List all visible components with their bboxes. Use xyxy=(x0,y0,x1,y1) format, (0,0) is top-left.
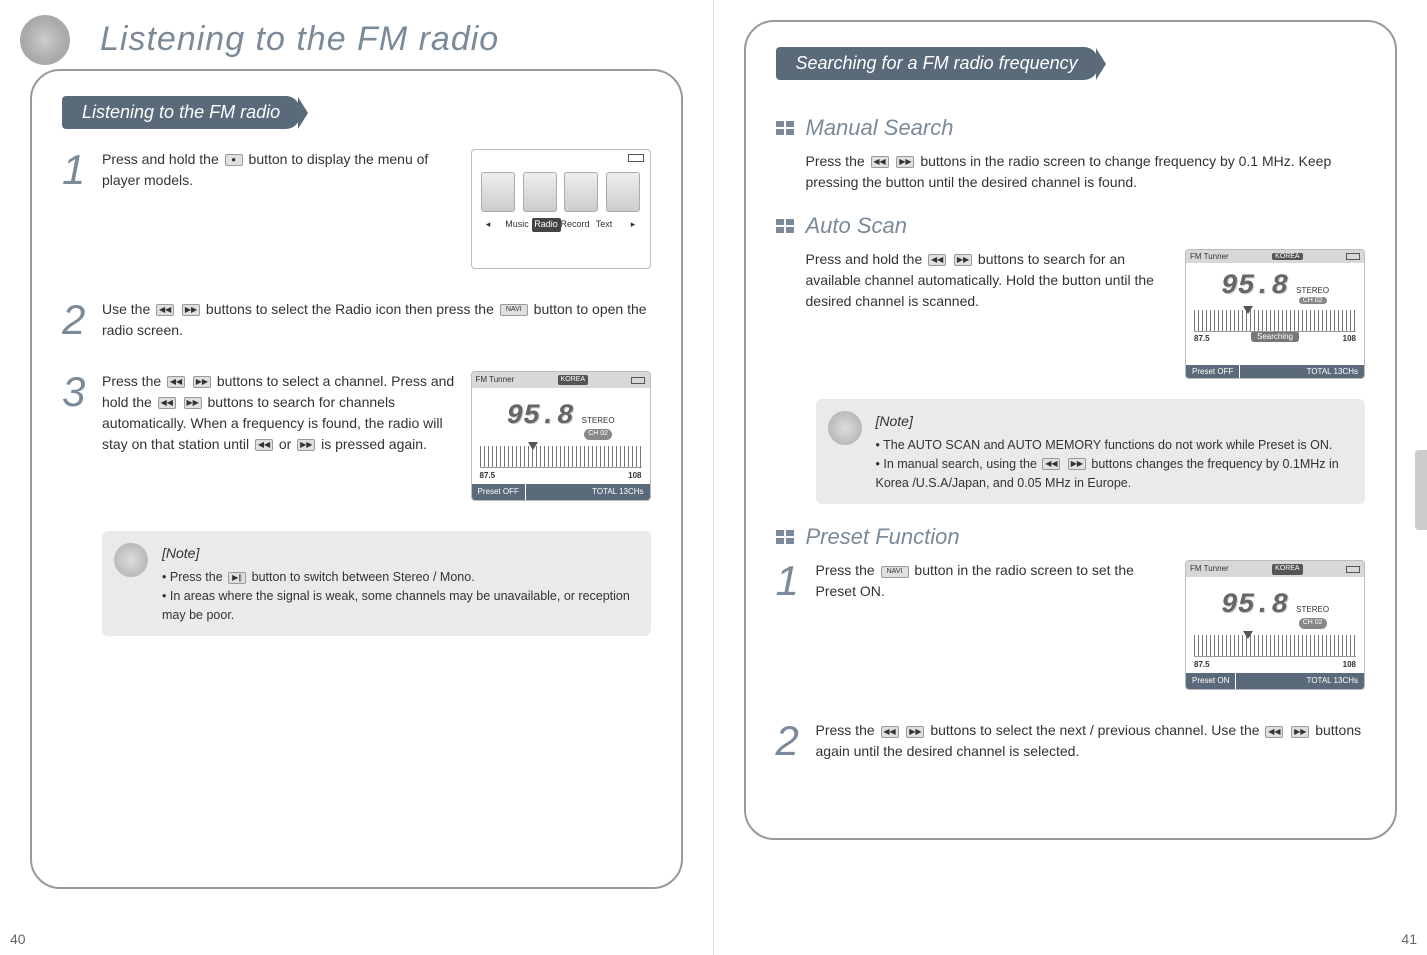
fm-title: FM Tunner xyxy=(476,374,515,386)
note-icon xyxy=(114,543,148,577)
side-tab xyxy=(1415,450,1427,530)
next-button-icon xyxy=(1291,726,1309,738)
step3-e: is pressed again. xyxy=(321,436,427,452)
device-fm-preset-on: FM Tunner KOREA 95.8 STEREOCH 02 87.5108… xyxy=(1185,560,1365,690)
step-number: 2 xyxy=(62,299,102,341)
note-item: The AUTO SCAN and AUTO MEMORY functions … xyxy=(876,436,1351,455)
fm-stereo: STEREO xyxy=(582,415,615,427)
navi-button-icon xyxy=(881,566,909,578)
left-frame: Listening to the FM radio 1 Press and ho… xyxy=(30,69,683,889)
manual-search-text: Press the buttons in the radio screen to… xyxy=(806,151,1366,193)
step-number: 3 xyxy=(62,371,102,413)
prev-button-icon xyxy=(156,304,174,316)
section-heading-right: Searching for a FM radio frequency xyxy=(776,47,1098,80)
note-box-left: [Note] Press the button to switch betwee… xyxy=(102,531,651,636)
next-button-icon xyxy=(1068,458,1086,470)
step2-b: buttons to select the Radio icon then pr… xyxy=(206,301,498,317)
prev-button-icon xyxy=(928,254,946,266)
note-item: In areas where the signal is weak, some … xyxy=(162,587,636,625)
step1-text-a: Press and hold the xyxy=(102,151,223,167)
manual-search-heading: Manual Search xyxy=(806,115,1366,141)
fm-lo: 87.5 xyxy=(480,470,496,482)
section-heading-left: Listening to the FM radio xyxy=(62,96,300,129)
menu-record: Record xyxy=(561,218,590,232)
step-number: 2 xyxy=(776,720,816,762)
preset-function-heading: Preset Function xyxy=(806,524,1366,550)
note-box-right: [Note] The AUTO SCAN and AUTO MEMORY fun… xyxy=(816,399,1366,504)
prev-button-icon xyxy=(871,156,889,168)
next-button-icon xyxy=(906,726,924,738)
main-title: Listening to the FM radio xyxy=(100,20,683,59)
prev-button-icon xyxy=(158,397,176,409)
prev-button-icon xyxy=(255,439,273,451)
menu-radio: Radio xyxy=(532,218,561,232)
auto-scan-text: Press and hold the buttons to search for… xyxy=(806,249,1171,312)
note-title: [Note] xyxy=(162,543,636,564)
fm-preset-off: Preset OFF xyxy=(472,484,526,500)
fm-channel: CH 02 xyxy=(584,429,612,440)
step-2: 2 Use the buttons to select the Radio ic… xyxy=(62,299,651,341)
fm-hi: 108 xyxy=(628,470,641,482)
next-button-icon xyxy=(954,254,972,266)
right-frame: Searching for a FM radio frequency Manua… xyxy=(744,20,1398,840)
prev-button-icon xyxy=(881,726,899,738)
step-1: 1 Press and hold the button to display t… xyxy=(62,149,651,269)
fm-frequency: 95.8 xyxy=(506,396,573,438)
preset-step-2: 2 Press the buttons to select the next /… xyxy=(776,720,1366,762)
page-number: 40 xyxy=(10,931,26,947)
searching-label: Searching xyxy=(1251,331,1299,342)
next-button-icon xyxy=(184,397,202,409)
prev-button-icon xyxy=(167,376,185,388)
device-fm-screenshot: FM Tunner KOREA 95.8 STEREO CH 02 87.5 10… xyxy=(471,371,651,501)
note-icon xyxy=(828,411,862,445)
device-fm-searching: FM Tunner KOREA 95.8 STEREOCH 02 87.5108… xyxy=(1185,249,1365,379)
device-menu-screenshot: ◂ Music Radio Record Text ▸ xyxy=(471,149,651,269)
auto-scan-heading: Auto Scan xyxy=(806,213,1366,239)
step3-a: Press the xyxy=(102,373,165,389)
menu-button-icon xyxy=(225,154,243,166)
prev-button-icon xyxy=(1042,458,1060,470)
navi-button-icon xyxy=(500,304,528,316)
menu-music: Music xyxy=(503,218,532,232)
page-40: Listening to the FM radio Listening to t… xyxy=(0,0,714,955)
next-button-icon xyxy=(193,376,211,388)
step-number: 1 xyxy=(776,560,816,602)
title-icon xyxy=(20,15,70,65)
step2-a: Use the xyxy=(102,301,154,317)
fm-preset-on: Preset ON xyxy=(1186,673,1236,689)
step3-d: or xyxy=(279,436,295,452)
menu-text: Text xyxy=(590,218,619,232)
step-number: 1 xyxy=(62,149,102,191)
next-button-icon xyxy=(182,304,200,316)
step-3: 3 Press the buttons to select a channel.… xyxy=(62,371,651,501)
next-button-icon xyxy=(896,156,914,168)
fm-region: KOREA xyxy=(558,375,589,386)
fm-total: TOTAL 13CHs xyxy=(526,484,650,500)
playpause-button-icon xyxy=(228,572,246,584)
note-title: [Note] xyxy=(876,411,1351,432)
page-number: 41 xyxy=(1401,931,1417,947)
note-item: In manual search, using the buttons chan… xyxy=(876,455,1351,493)
next-button-icon xyxy=(297,439,315,451)
note-item: Press the button to switch between Stere… xyxy=(162,568,636,587)
page-41: Searching for a FM radio frequency Manua… xyxy=(714,0,1427,955)
preset-step-1: 1 Press the button in the radio screen t… xyxy=(776,560,1366,690)
prev-button-icon xyxy=(1265,726,1283,738)
